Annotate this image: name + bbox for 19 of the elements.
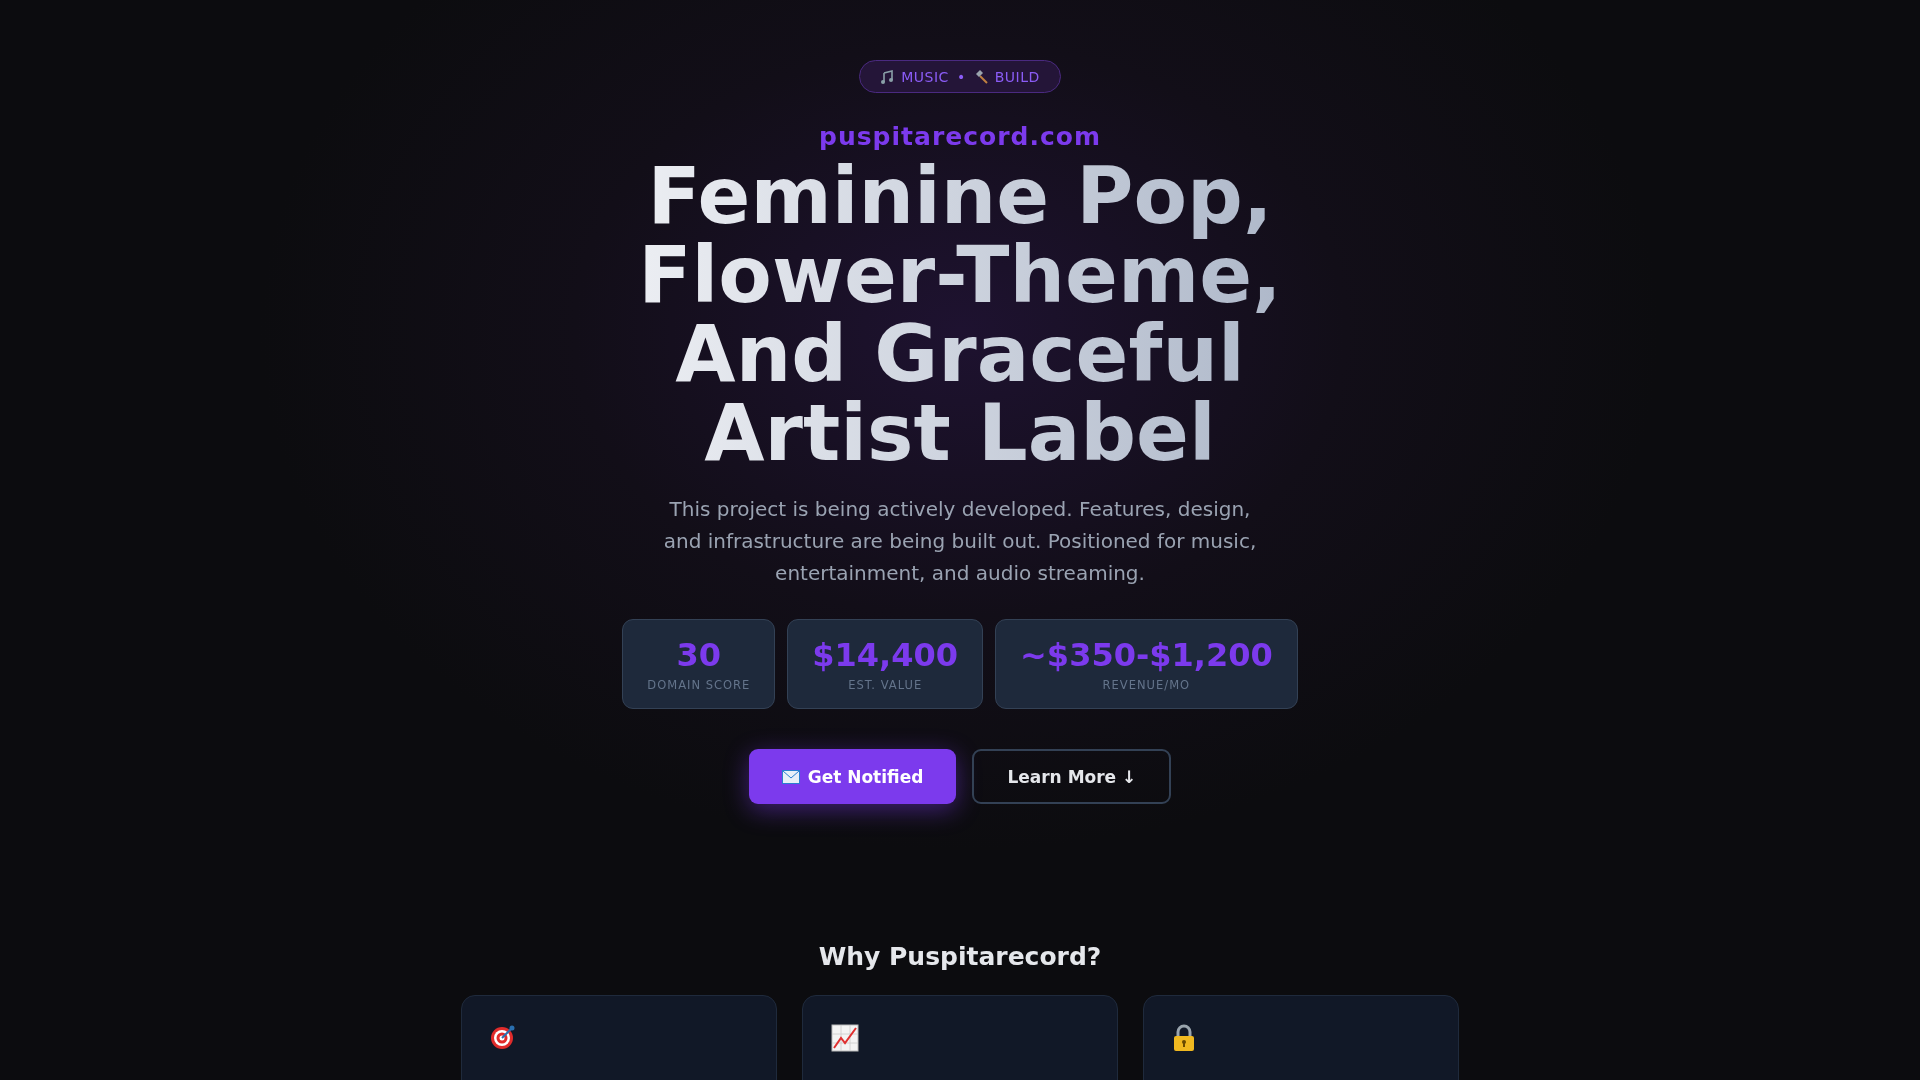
learn-more-button[interactable]: Learn More ↓ — [972, 749, 1172, 804]
stat-label: REVENUE/MO — [1101, 678, 1192, 692]
padlock-icon — [1172, 1024, 1196, 1052]
stat-value: ~$350-$1,200 — [1020, 636, 1273, 674]
stat-label: DOMAIN SCORE — [647, 678, 751, 692]
music-note-icon — [880, 69, 895, 84]
get-notified-button[interactable]: Get Notified — [748, 749, 957, 804]
section-title: Why Puspitarecord? — [818, 942, 1102, 971]
badge-label: MUSIC — [901, 68, 949, 85]
description: This project is being actively developed. Features, design, and infrastructure are being built out. Positioned for music, entertainment, and audio streaming. — [662, 496, 1258, 587]
badge-label: BUILD — [994, 68, 1040, 85]
separator-dot: • — [956, 68, 966, 85]
domain-name: puspitarecord.com — [819, 122, 1101, 151]
stat-label: EST. VALUE — [847, 678, 924, 692]
target-icon — [490, 1024, 516, 1050]
envelope-icon — [781, 769, 800, 784]
stat-value: $14,400 — [812, 636, 959, 674]
line-chart-icon — [831, 1024, 859, 1052]
stat-value: 30 — [675, 636, 723, 674]
